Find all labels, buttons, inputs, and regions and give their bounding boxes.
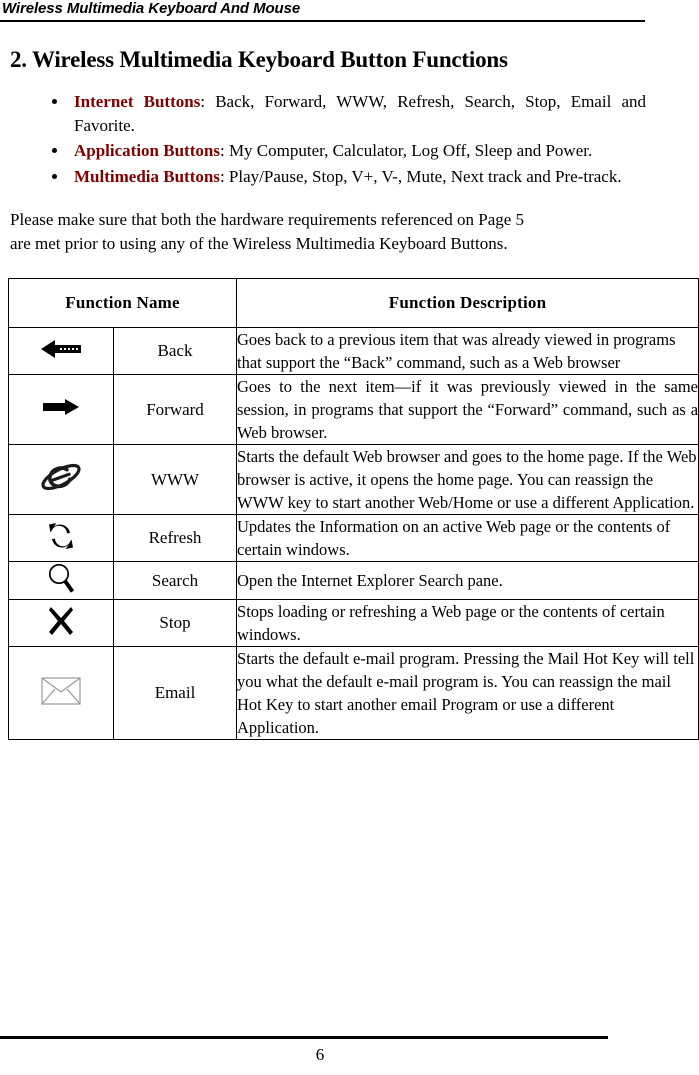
list-item-separator: : [219, 141, 229, 160]
row-icon-cell [8, 599, 114, 647]
row-function-name: WWW [112, 444, 238, 515]
table-row: Back Goes back to a previous item that w… [8, 327, 699, 375]
row-function-description: Stops loading or refreshing a Web page o… [236, 599, 699, 647]
row-icon-cell [8, 514, 114, 562]
list-item-term: Multimedia Buttons [74, 166, 220, 186]
bullet-dot-icon [52, 99, 57, 104]
row-icon-cell [8, 444, 114, 515]
bullet-dot-icon [52, 173, 57, 179]
column-header-function-description: Function Description [236, 278, 699, 328]
row-function-description: Goes back to a previous item that was al… [236, 327, 699, 375]
row-function-name: Back [112, 327, 238, 375]
row-function-name: Search [112, 561, 238, 600]
arrow-right-icon [41, 396, 81, 418]
table-row: Stop Stops loading or refreshing a Web p… [8, 599, 699, 647]
search-icon [46, 562, 76, 594]
row-function-description: Starts the default Web browser and goes … [236, 444, 699, 515]
close-x-icon [48, 606, 74, 636]
list-item-text: Play/Pause, Stop, V+, V-, Mute, Next tra… [228, 166, 622, 186]
header-divider-rule [0, 20, 645, 22]
table-row: Email Starts the default e-mail program.… [8, 646, 699, 740]
list-item-text: My Computer, Calculator, Log Off, Sleep … [228, 141, 593, 160]
row-function-description: Updates the Information on an active Web… [236, 514, 699, 562]
footer-divider-rule [0, 1036, 608, 1039]
page-title: 2. Wireless Multimedia Keyboard Button F… [10, 47, 508, 72]
row-icon-cell [8, 646, 114, 740]
bullet-dot-icon [52, 148, 57, 153]
document-content: 2. Wireless Multimedia Keyboard Button F… [7, 46, 699, 740]
button-category-list: Internet Buttons: Back, Forward, WWW, Re… [8, 90, 668, 188]
table-header-row: Function Name Function Description [7, 278, 699, 328]
list-item-separator: : [200, 92, 216, 111]
running-header-title: Wireless Multimedia Keyboard And Mouse [2, 0, 301, 17]
row-function-name: Stop [112, 599, 238, 647]
row-function-description: Starts the default e-mail program. Press… [236, 646, 699, 740]
table-row: Forward Goes to the next item—if it was … [8, 374, 699, 445]
row-function-name: Forward [112, 374, 238, 445]
page-number: 6 [315, 1045, 325, 1064]
list-item: Multimedia Buttons: Play/Pause, Stop, V+… [8, 165, 668, 189]
table-row: WWW Starts the default Web browser and g… [8, 444, 699, 515]
page-running-header: Wireless Multimedia Keyboard And Mouse [0, 0, 645, 24]
row-function-description: Goes to the next item—if it was previous… [236, 374, 699, 445]
table-row: Search Open the Internet Explorer Search… [8, 561, 699, 600]
row-icon-cell [8, 327, 114, 375]
table-row: Refresh Updates the Information on an ac… [8, 514, 699, 562]
internet-explorer-icon [38, 457, 84, 497]
notice-line-2: are met prior to using any of the Wirele… [10, 234, 508, 253]
list-item-term: Internet Buttons [74, 92, 201, 111]
row-icon-cell [8, 374, 114, 445]
list-item: Application Buttons: My Computer, Calcul… [8, 139, 668, 163]
refresh-icon [45, 521, 77, 551]
requirements-notice: Please make sure that both the hardware … [10, 208, 666, 256]
list-item-term: Application Buttons [74, 141, 220, 160]
list-item: Internet Buttons: Back, Forward, WWW, Re… [8, 90, 668, 137]
arrow-left-icon [39, 338, 83, 360]
row-icon-cell [8, 561, 114, 600]
notice-line-1: Please make sure that both the hardware … [10, 210, 525, 229]
list-item-separator: : [219, 166, 229, 186]
row-function-name: Email [112, 646, 238, 740]
column-header-function-name: Function Name [7, 278, 238, 328]
envelope-icon [41, 676, 81, 705]
function-table: Function Name Function Description Back … [7, 278, 699, 740]
row-function-description: Open the Internet Explorer Search pane. [236, 561, 699, 600]
row-function-name: Refresh [112, 514, 238, 562]
